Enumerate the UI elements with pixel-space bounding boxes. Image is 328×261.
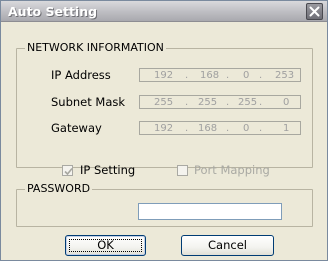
- gateway-dot-3: .: [259, 123, 263, 134]
- password-input[interactable]: [138, 203, 282, 220]
- subnet-octet-1: 255: [154, 97, 174, 108]
- ip-setting-checkbox[interactable]: [62, 165, 73, 176]
- ok-button-label: OK: [97, 238, 114, 252]
- title-bar[interactable]: Auto Setting: [1, 1, 327, 22]
- close-icon: [309, 6, 320, 17]
- subnet-dot-1: .: [185, 97, 189, 108]
- dialog-body: NETWORK INFORMATION IP Address 192 . 168…: [5, 26, 323, 258]
- network-information-legend: NETWORK INFORMATION: [25, 41, 166, 54]
- subnet-dot-2: .: [226, 97, 230, 108]
- subnet-octet-3: 255: [238, 97, 258, 108]
- gateway-octet-2: 168: [198, 123, 218, 134]
- subnet-dot-3: .: [259, 97, 263, 108]
- gateway-dot-2: .: [226, 123, 230, 134]
- ip-address-field[interactable]: 192 . 168 . 0 . 253: [139, 68, 301, 82]
- gateway-field[interactable]: 192 . 168 . 0 . 1: [139, 121, 301, 135]
- ip-address-label: IP Address: [51, 68, 111, 82]
- ip-octet-2: 168: [200, 70, 220, 81]
- close-button[interactable]: [306, 3, 323, 20]
- gateway-octet-4: 1: [283, 123, 290, 134]
- cancel-button-label: Cancel: [208, 238, 247, 252]
- gateway-label: Gateway: [51, 121, 102, 135]
- ip-setting-label[interactable]: IP Setting: [80, 163, 135, 177]
- ip-dot-3: .: [259, 70, 263, 81]
- ip-octet-1: 192: [154, 70, 174, 81]
- gateway-dot-1: .: [185, 123, 189, 134]
- subnet-mask-field[interactable]: 255 . 255 . 255 . 0: [139, 95, 301, 109]
- subnet-octet-2: 255: [198, 97, 218, 108]
- ok-button[interactable]: OK: [65, 235, 146, 256]
- port-mapping-label[interactable]: Port Mapping: [194, 163, 270, 177]
- cancel-button[interactable]: Cancel: [181, 235, 274, 256]
- subnet-mask-label: Subnet Mask: [51, 95, 126, 109]
- auto-setting-dialog: Auto Setting NETWORK INFORMATION IP Addr…: [0, 0, 328, 261]
- ip-octet-3: 0: [243, 70, 250, 81]
- check-icon: [64, 167, 73, 176]
- password-legend: PASSWORD: [25, 182, 93, 195]
- ip-dot-1: .: [185, 70, 189, 81]
- ip-octet-4: 253: [275, 70, 295, 81]
- port-mapping-checkbox[interactable]: [177, 165, 188, 176]
- gateway-octet-1: 192: [154, 123, 174, 134]
- window-title: Auto Setting: [8, 4, 98, 19]
- gateway-octet-3: 0: [243, 123, 250, 134]
- ip-dot-2: .: [226, 70, 230, 81]
- subnet-octet-4: 0: [283, 97, 290, 108]
